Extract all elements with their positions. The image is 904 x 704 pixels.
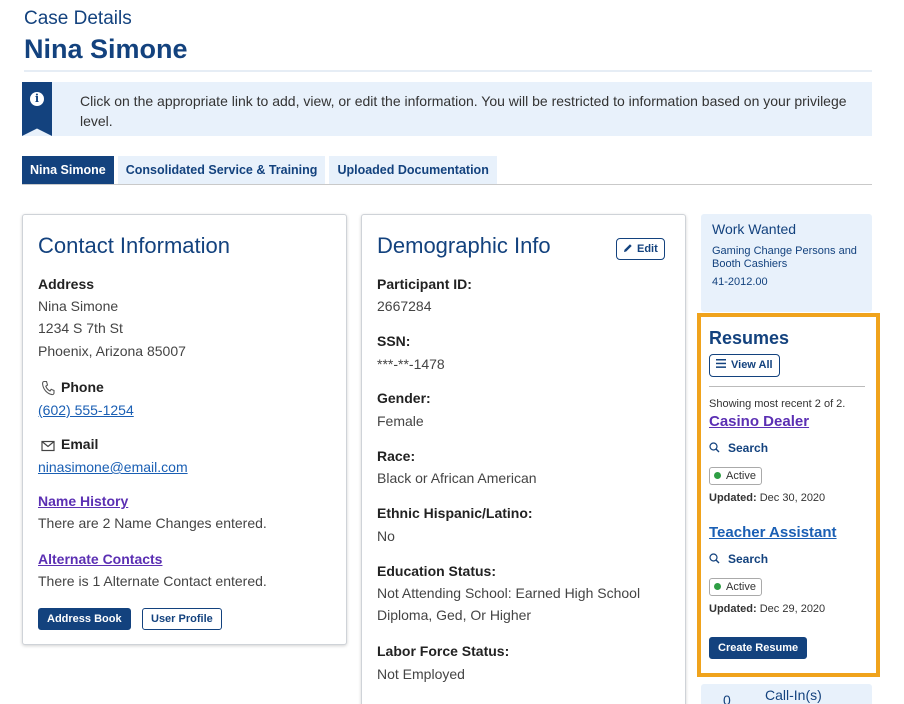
- labor-force-value: Not Employed: [377, 666, 465, 682]
- title-divider: [24, 70, 872, 72]
- participant-id-value: 2667284: [377, 298, 432, 314]
- pencil-icon: [624, 244, 632, 252]
- resume-updated-label: Updated:: [709, 492, 757, 504]
- status-badge: Active: [709, 467, 762, 485]
- search-icon: [709, 442, 720, 453]
- resumes-showing-text: Showing most recent 2 of 2.: [709, 398, 846, 410]
- education-value: Not Attending School: Earned High School…: [377, 585, 641, 623]
- name-history-text: There are 2 Name Changes entered.: [38, 515, 267, 531]
- email-icon: [41, 439, 55, 452]
- search-icon: [709, 553, 720, 564]
- info-banner: i Click on the appropriate link to add, …: [22, 82, 872, 136]
- race-value: Black or African American: [377, 470, 537, 486]
- demographic-info-card: Demographic Info Edit Participant ID: 26…: [361, 214, 686, 704]
- tab-consolidated-service-training[interactable]: Consolidated Service & Training: [117, 156, 326, 184]
- work-wanted-code: 41-2012.00: [712, 276, 768, 288]
- callin-count: 0: [723, 692, 731, 704]
- edit-button[interactable]: Edit: [616, 238, 665, 260]
- resumes-panel: Resumes View All Showing most recent 2 o…: [697, 313, 880, 677]
- resume-updated: Updated: Dec 30, 2020: [709, 492, 825, 504]
- user-profile-button[interactable]: User Profile: [142, 608, 222, 630]
- address-line-street: 1234 S 7th St: [38, 320, 123, 336]
- resume-search-link[interactable]: Search: [709, 552, 768, 566]
- resume-updated-date: Dec 29, 2020: [759, 603, 826, 615]
- address-line-city: Phoenix, Arizona 85007: [38, 343, 186, 359]
- phone-icon: [41, 380, 55, 396]
- view-all-label: View All: [731, 359, 773, 371]
- page-title: Nina Simone: [24, 34, 188, 64]
- address-line-name: Nina Simone: [38, 298, 119, 314]
- ethnic-label: Ethnic Hispanic/Latino:: [377, 505, 533, 521]
- banner-message: Click on the appropriate link to add, vi…: [80, 93, 847, 129]
- phone-link[interactable]: (602) 555-1254: [38, 399, 134, 421]
- contact-card-title: Contact Information: [38, 233, 230, 258]
- resume-updated: Updated: Dec 29, 2020: [709, 603, 825, 615]
- tabs-divider: [22, 184, 872, 185]
- active-dot-icon: [714, 472, 721, 479]
- create-resume-button[interactable]: Create Resume: [709, 637, 808, 659]
- status-badge-label: Active: [726, 470, 756, 482]
- labor-force-label: Labor Force Status:: [377, 643, 510, 659]
- page-subtitle: Case Details: [24, 8, 132, 29]
- ethnic-value: No: [377, 528, 395, 544]
- resume-updated-label: Updated:: [709, 603, 757, 615]
- tab-nina-simone[interactable]: Nina Simone: [22, 156, 114, 184]
- work-wanted-title: Work Wanted: [712, 221, 797, 237]
- active-dot-icon: [714, 583, 721, 590]
- demographic-card-title: Demographic Info: [377, 233, 551, 258]
- education-label: Education Status:: [377, 563, 497, 579]
- resumes-divider: [709, 386, 865, 387]
- work-wanted-panel: Work Wanted Gaming Change Persons and Bo…: [701, 214, 872, 312]
- phone-label: Phone: [61, 379, 104, 395]
- tab-bar: Nina Simone Consolidated Service & Train…: [22, 156, 497, 184]
- resume-search-label: Search: [728, 552, 769, 566]
- ssn-value: ***-**-1478: [377, 356, 445, 372]
- resumes-title: Resumes: [709, 328, 790, 348]
- callin-label: Call-In(s): [765, 687, 822, 703]
- resume-title-link[interactable]: Casino Dealer: [709, 413, 809, 430]
- banner-flag: [22, 82, 52, 136]
- contact-info-card: Contact Information Address Nina Simone …: [22, 214, 347, 645]
- resume-search-label: Search: [728, 441, 769, 455]
- address-label: Address: [38, 276, 95, 292]
- race-label: Race:: [377, 448, 416, 464]
- tab-uploaded-documentation[interactable]: Uploaded Documentation: [329, 156, 497, 184]
- gender-value: Female: [377, 413, 424, 429]
- resume-updated-date: Dec 30, 2020: [759, 492, 826, 504]
- alternate-contacts-text: There is 1 Alternate Contact entered.: [38, 573, 267, 589]
- info-icon: i: [30, 92, 44, 106]
- list-icon: [716, 359, 726, 368]
- address-book-button[interactable]: Address Book: [38, 608, 131, 630]
- alternate-contacts-link[interactable]: Alternate Contacts: [38, 551, 162, 567]
- participant-id-label: Participant ID:: [377, 276, 472, 292]
- resume-search-link[interactable]: Search: [709, 441, 768, 455]
- edit-button-label: Edit: [637, 243, 658, 255]
- name-history-link[interactable]: Name History: [38, 493, 128, 509]
- view-all-button[interactable]: View All: [709, 354, 780, 377]
- status-badge-label: Active: [726, 581, 756, 593]
- ssn-label: SSN:: [377, 333, 411, 349]
- email-label: Email: [61, 436, 99, 452]
- gender-label: Gender:: [377, 390, 431, 406]
- callin-panel: 0 Call-In(s): [701, 684, 872, 704]
- email-link[interactable]: ninasimone@email.com: [38, 456, 188, 478]
- work-wanted-occupation: Gaming Change Persons and Booth Cashiers: [712, 245, 857, 270]
- status-badge: Active: [709, 578, 762, 596]
- resume-title-link[interactable]: Teacher Assistant: [709, 524, 837, 541]
